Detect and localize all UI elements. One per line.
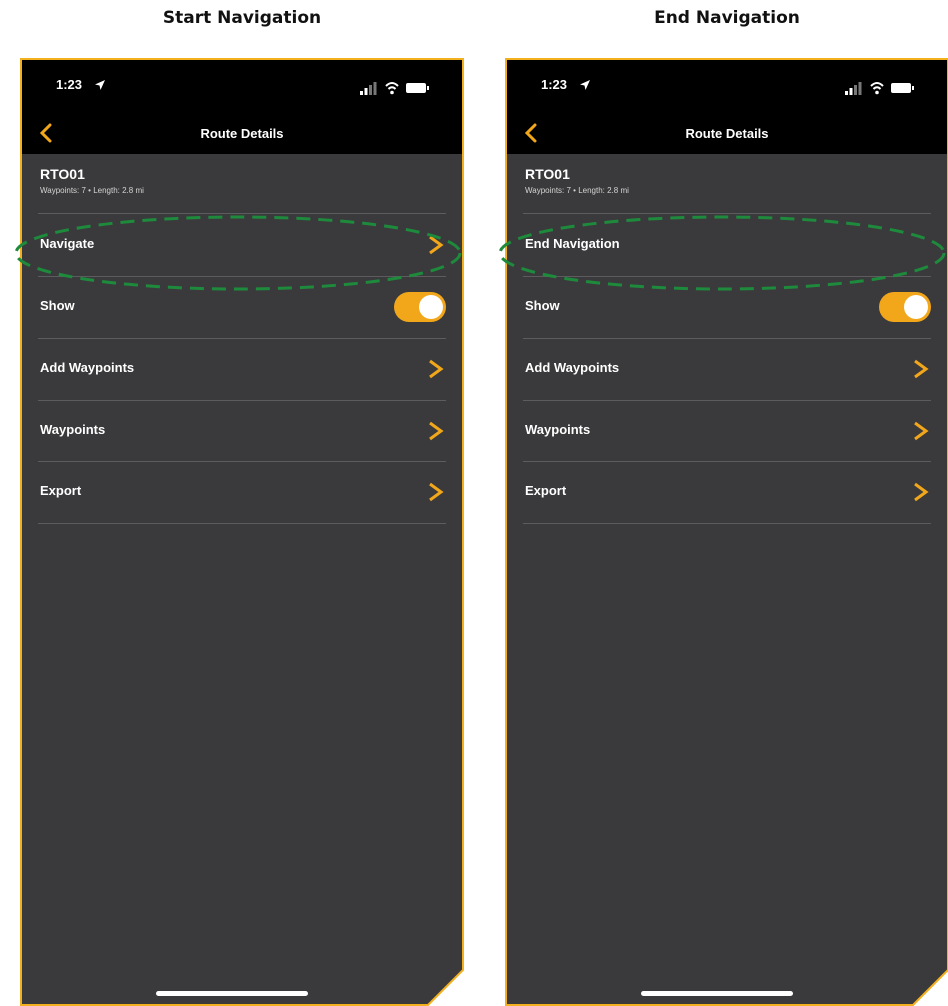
panel-caption-start: Start Navigation <box>162 8 322 28</box>
toggle-knob <box>419 295 443 319</box>
cellular-signal-icon <box>360 82 377 95</box>
divider <box>523 213 931 214</box>
route-meta: Waypoints: 7 • Length: 2.8 mi <box>525 186 629 195</box>
row-label: Show <box>525 298 560 313</box>
chevron-right-icon <box>914 482 929 502</box>
route-header: RTO01 Waypoints: 7 • Length: 2.8 mi <box>525 166 629 195</box>
route-name: RTO01 <box>525 166 570 182</box>
location-arrow-icon <box>580 80 590 90</box>
route-meta: Waypoints: 7 • Length: 2.8 mi <box>40 186 144 195</box>
row-label: End Navigation <box>525 236 620 251</box>
row-label: Waypoints <box>40 422 106 437</box>
row-show: Show <box>20 277 464 337</box>
nav-bar: Route Details <box>20 116 464 154</box>
wifi-icon <box>870 82 884 95</box>
row-label: Add Waypoints <box>40 360 135 375</box>
status-time: 1:23 <box>56 77 83 92</box>
status-bar: 1:23 <box>20 58 464 116</box>
chevron-right-icon <box>429 359 444 379</box>
chevron-right-icon <box>914 421 929 441</box>
route-header: RTO01 Waypoints: 7 • Length: 2.8 mi <box>40 166 144 195</box>
status-time: 1:23 <box>541 77 568 92</box>
chevron-right-icon <box>429 421 444 441</box>
chevron-right-icon <box>429 235 444 255</box>
location-arrow-icon <box>95 80 105 90</box>
divider <box>523 523 931 524</box>
status-icons <box>360 82 429 95</box>
toggle-knob <box>904 295 928 319</box>
row-waypoints[interactable]: Waypoints <box>20 401 464 461</box>
show-toggle[interactable] <box>879 292 931 322</box>
status-icons <box>845 82 914 95</box>
phone-screen-end: 1:23 Route Details RTO01 Waypoints: 7 • … <box>505 58 948 1006</box>
row-end-navigation[interactable]: End Navigation <box>505 215 948 275</box>
row-label: Export <box>525 483 567 498</box>
row-add-waypoints[interactable]: Add Waypoints <box>505 339 948 399</box>
panel-caption-end: End Navigation <box>654 8 800 28</box>
battery-icon <box>406 83 429 93</box>
row-add-waypoints[interactable]: Add Waypoints <box>20 339 464 399</box>
row-waypoints[interactable]: Waypoints <box>505 401 948 461</box>
row-show: Show <box>505 277 948 337</box>
row-label: Show <box>40 298 75 313</box>
row-label: Export <box>40 483 82 498</box>
status-bar: 1:23 <box>505 58 948 116</box>
home-indicator[interactable] <box>156 991 308 996</box>
chevron-right-icon <box>914 359 929 379</box>
wifi-icon <box>385 82 399 95</box>
phone-screen-start: 1:23 Route Details RTO01 Waypoints: 7 • … <box>20 58 464 1006</box>
home-indicator[interactable] <box>641 991 793 996</box>
battery-icon <box>891 83 914 93</box>
nav-bar: Route Details <box>505 116 948 154</box>
divider <box>38 523 446 524</box>
route-name: RTO01 <box>40 166 85 182</box>
row-export[interactable]: Export <box>505 462 948 522</box>
chevron-right-icon <box>429 482 444 502</box>
page-title: Route Details <box>200 126 284 141</box>
page-title: Route Details <box>685 126 769 141</box>
row-navigate[interactable]: Navigate <box>20 215 464 275</box>
row-label: Add Waypoints <box>525 360 620 375</box>
row-label: Navigate <box>40 236 95 251</box>
divider <box>38 213 446 214</box>
row-export[interactable]: Export <box>20 462 464 522</box>
cellular-signal-icon <box>845 82 862 95</box>
row-label: Waypoints <box>525 422 591 437</box>
show-toggle[interactable] <box>394 292 446 322</box>
